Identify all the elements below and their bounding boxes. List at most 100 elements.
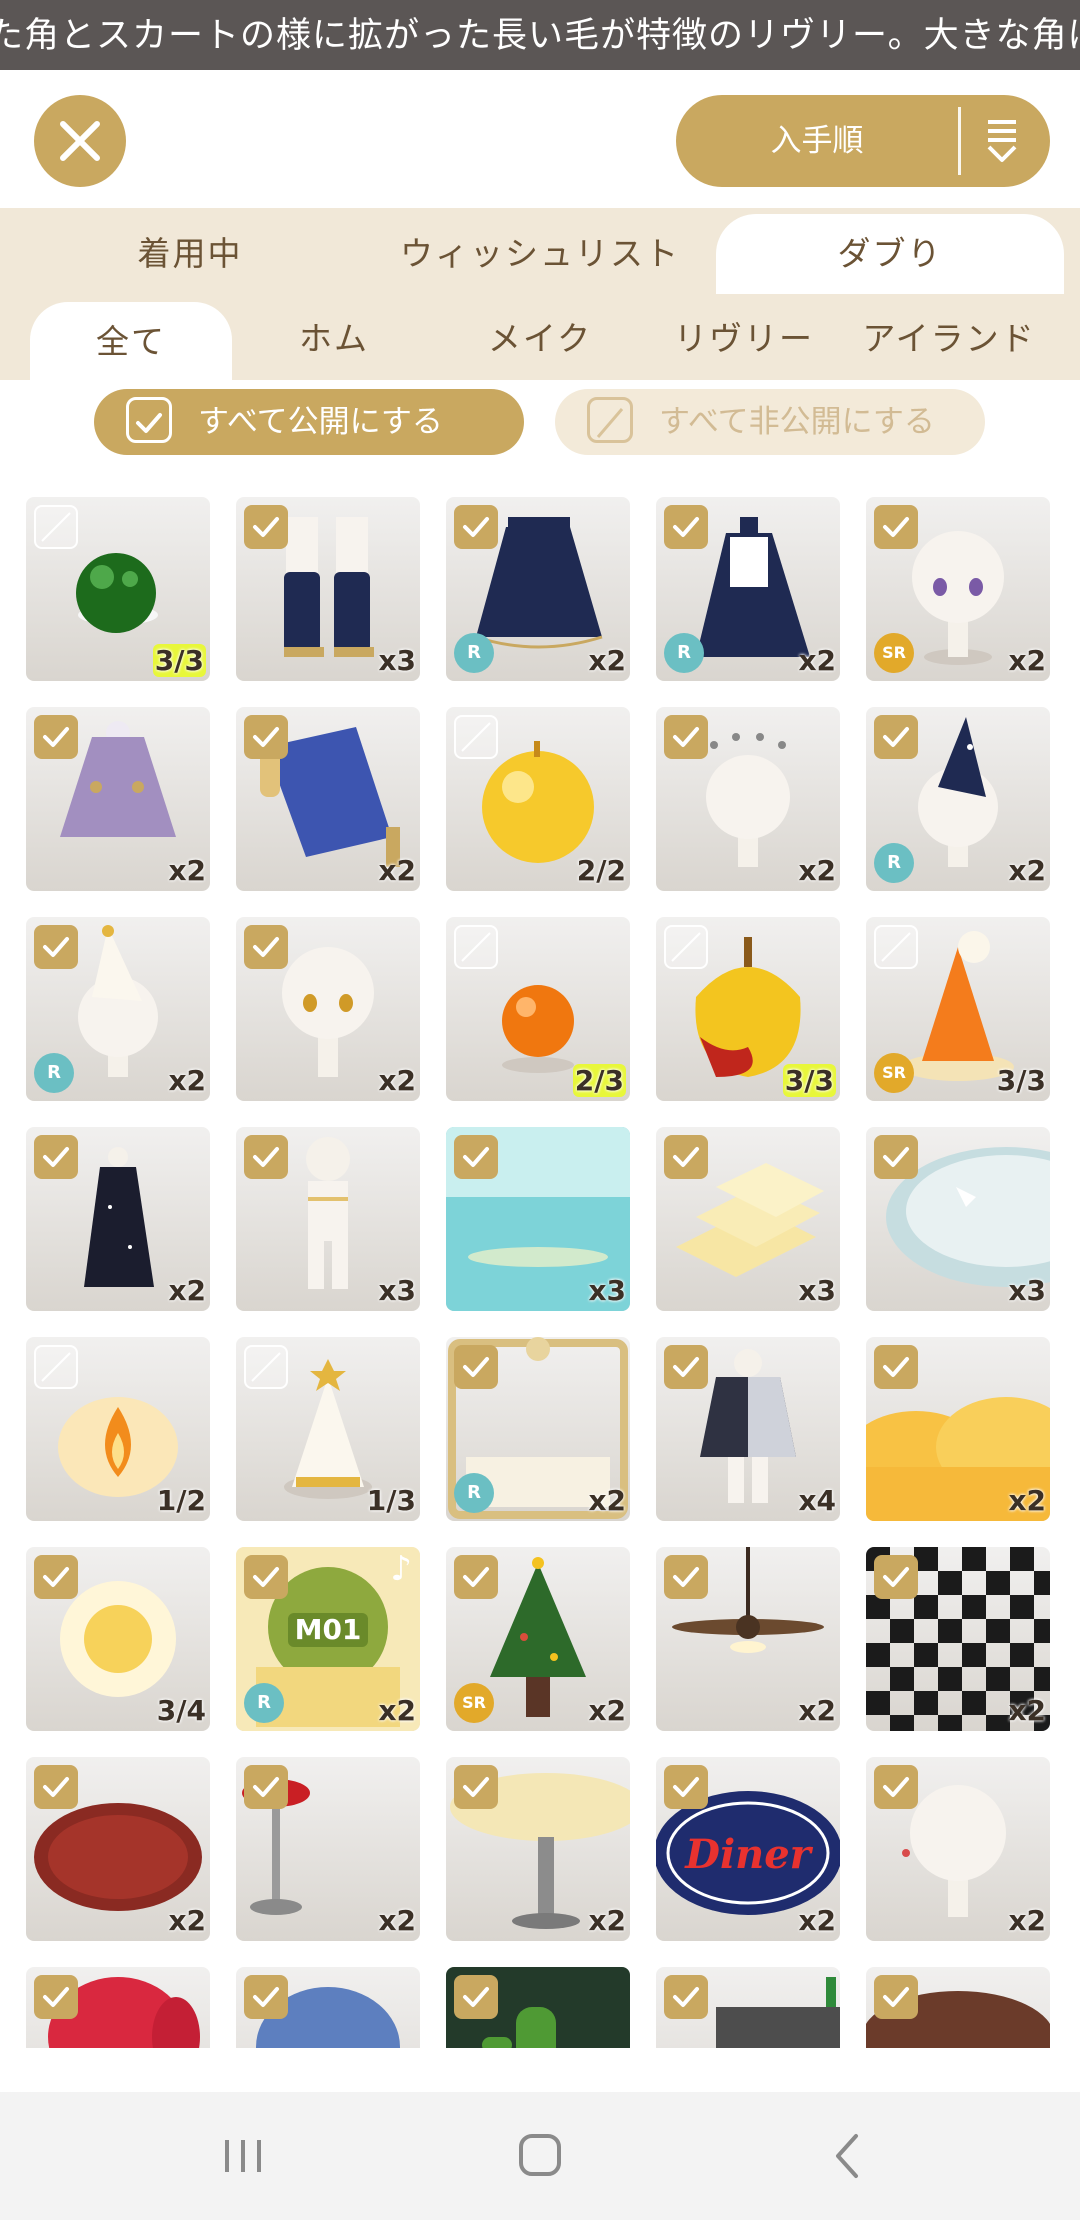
- item-tile-blue-hair[interactable]: [236, 1967, 420, 2048]
- item-tile-navy-skirt[interactable]: Rx2: [446, 497, 630, 681]
- subtab-makeup[interactable]: メイク: [440, 294, 640, 380]
- item-tile-red-hair[interactable]: [26, 1967, 210, 2048]
- item-tile-diner-table[interactable]: x2: [446, 1757, 630, 1941]
- public-checkbox-unchecked-icon[interactable]: [874, 925, 918, 969]
- item-tile-golden-cloud[interactable]: x2: [866, 1337, 1050, 1521]
- item-tile-star-platform[interactable]: x3: [866, 1127, 1050, 1311]
- public-checkbox-checked-icon[interactable]: [34, 925, 78, 969]
- item-tile-candy-apple[interactable]: 3/3: [656, 917, 840, 1101]
- public-checkbox-unchecked-icon[interactable]: [664, 925, 708, 969]
- public-checkbox-unchecked-icon[interactable]: [34, 1345, 78, 1389]
- item-tile-diner-counter[interactable]: [656, 1967, 840, 2048]
- item-tile-navy-boots[interactable]: x3: [236, 497, 420, 681]
- sort-filter-icon[interactable]: [984, 117, 1020, 165]
- make-all-private-button[interactable]: すべて非公開にする: [555, 389, 985, 455]
- item-tile-night-cloak[interactable]: x4: [656, 1337, 840, 1521]
- public-checkbox-checked-icon[interactable]: [244, 505, 288, 549]
- item-tile-navy-cape[interactable]: Rx2: [656, 497, 840, 681]
- rarity-badge: SR: [874, 1053, 914, 1093]
- item-tile-red-rug[interactable]: x2: [26, 1757, 210, 1941]
- item-tile-m01-music-card[interactable]: M01 ♪ Rx2: [236, 1547, 420, 1731]
- public-checkbox-checked-icon[interactable]: [874, 1555, 918, 1599]
- item-tile-white-star-cone[interactable]: 1/3: [236, 1337, 420, 1521]
- public-checkbox-checked-icon[interactable]: [874, 1975, 918, 2019]
- public-checkbox-checked-icon[interactable]: [664, 505, 708, 549]
- recent-apps-button[interactable]: [203, 2120, 283, 2192]
- sort-order-button[interactable]: 入手順: [676, 95, 1050, 187]
- item-tile-brown-table[interactable]: [866, 1967, 1050, 2048]
- item-tile-sea-background[interactable]: x3: [446, 1127, 630, 1311]
- public-checkbox-checked-icon[interactable]: [244, 1975, 288, 2019]
- subtab-island[interactable]: アイランド: [846, 294, 1052, 380]
- public-checkbox-unchecked-icon[interactable]: [34, 505, 78, 549]
- item-tile-party-hat-orange[interactable]: SR 3/3: [866, 917, 1050, 1101]
- item-tile-navy-star-hat[interactable]: Rx2: [866, 707, 1050, 891]
- public-checkbox-checked-icon[interactable]: [664, 1975, 708, 2019]
- public-checkbox-checked-icon[interactable]: [664, 1765, 708, 1809]
- item-tile-christmas-tree[interactable]: SR x2: [446, 1547, 630, 1731]
- public-checkbox-checked-icon[interactable]: [244, 1135, 288, 1179]
- public-checkbox-checked-icon[interactable]: [664, 1345, 708, 1389]
- public-checkbox-checked-icon[interactable]: [34, 1135, 78, 1179]
- item-count: x3: [588, 1274, 626, 1307]
- subtab-home[interactable]: ホム: [234, 294, 434, 380]
- item-tile-sun[interactable]: 3/4: [26, 1547, 210, 1731]
- public-checkbox-checked-icon[interactable]: [34, 1765, 78, 1809]
- public-checkbox-checked-icon[interactable]: [874, 715, 918, 759]
- rarity-badge: R: [244, 1683, 284, 1723]
- item-tile-amber-eyes-head[interactable]: x2: [236, 917, 420, 1101]
- item-tile-starry-dress[interactable]: x2: [26, 1127, 210, 1311]
- back-button[interactable]: [808, 2120, 888, 2192]
- public-checkbox-checked-icon[interactable]: [874, 1765, 918, 1809]
- public-checkbox-checked-icon[interactable]: [454, 505, 498, 549]
- item-tile-diner-sign[interactable]: Diner x2: [656, 1757, 840, 1941]
- item-tile-bar-stool[interactable]: x2: [236, 1757, 420, 1941]
- public-checkbox-checked-icon[interactable]: [454, 1555, 498, 1599]
- public-checkbox-checked-icon[interactable]: [454, 1345, 498, 1389]
- item-tile-lavender-poncho[interactable]: x2: [26, 707, 210, 891]
- public-checkbox-checked-icon[interactable]: [454, 1765, 498, 1809]
- item-tile-ceiling-fan[interactable]: x2: [656, 1547, 840, 1731]
- public-checkbox-checked-icon[interactable]: [244, 925, 288, 969]
- item-tile-checker-floor[interactable]: x2: [866, 1547, 1050, 1731]
- public-checkbox-checked-icon[interactable]: [454, 1975, 498, 2019]
- item-tile-white-star-hat[interactable]: Rx2: [26, 917, 210, 1101]
- public-checkbox-unchecked-icon[interactable]: [454, 925, 498, 969]
- public-checkbox-checked-icon[interactable]: [664, 1555, 708, 1599]
- tab-duplicates[interactable]: ダブり: [716, 214, 1064, 294]
- public-checkbox-checked-icon[interactable]: [244, 1765, 288, 1809]
- item-tile-flame[interactable]: 1/2: [26, 1337, 210, 1521]
- public-checkbox-checked-icon[interactable]: [34, 715, 78, 759]
- home-button[interactable]: [500, 2120, 580, 2192]
- item-count: 2/3: [572, 1064, 626, 1097]
- item-tile-butter-stairs[interactable]: x3: [656, 1127, 840, 1311]
- public-checkbox-checked-icon[interactable]: [664, 1135, 708, 1179]
- make-all-public-button[interactable]: すべて公開にする: [94, 389, 524, 455]
- public-checkbox-checked-icon[interactable]: [244, 715, 288, 759]
- item-tile-green-fluff-ball[interactable]: 3/3: [26, 497, 210, 681]
- close-button[interactable]: [34, 95, 126, 187]
- subtab-livly[interactable]: リヴリー: [644, 294, 844, 380]
- subtab-all[interactable]: 全て: [30, 302, 232, 380]
- public-checkbox-checked-icon[interactable]: [244, 1555, 288, 1599]
- public-checkbox-unchecked-icon[interactable]: [454, 715, 498, 759]
- item-tile-purple-eyes-head[interactable]: SR x2: [866, 497, 1050, 681]
- item-tile-cactus-music-card[interactable]: [446, 1967, 630, 2048]
- item-tile-dot-halo-head[interactable]: x2: [656, 707, 840, 891]
- public-checkbox-checked-icon[interactable]: [34, 1555, 78, 1599]
- public-checkbox-checked-icon[interactable]: [874, 505, 918, 549]
- item-tile-blue-sleeve[interactable]: x2: [236, 707, 420, 891]
- item-tile-white-suit[interactable]: x3: [236, 1127, 420, 1311]
- item-tile-earring-head[interactable]: x2: [866, 1757, 1050, 1941]
- item-tile-gold-frame[interactable]: Rx2: [446, 1337, 630, 1521]
- item-tile-orange-jelly[interactable]: 2/3: [446, 917, 630, 1101]
- public-checkbox-unchecked-icon[interactable]: [244, 1345, 288, 1389]
- public-checkbox-checked-icon[interactable]: [454, 1135, 498, 1179]
- public-checkbox-checked-icon[interactable]: [34, 1975, 78, 2019]
- tab-wishlist[interactable]: ウィッシュリスト: [360, 208, 720, 294]
- public-checkbox-checked-icon[interactable]: [874, 1345, 918, 1389]
- public-checkbox-checked-icon[interactable]: [874, 1135, 918, 1179]
- item-tile-golden-apple[interactable]: 2/2: [446, 707, 630, 891]
- tab-wearing[interactable]: 着用中: [40, 208, 340, 294]
- public-checkbox-checked-icon[interactable]: [664, 715, 708, 759]
